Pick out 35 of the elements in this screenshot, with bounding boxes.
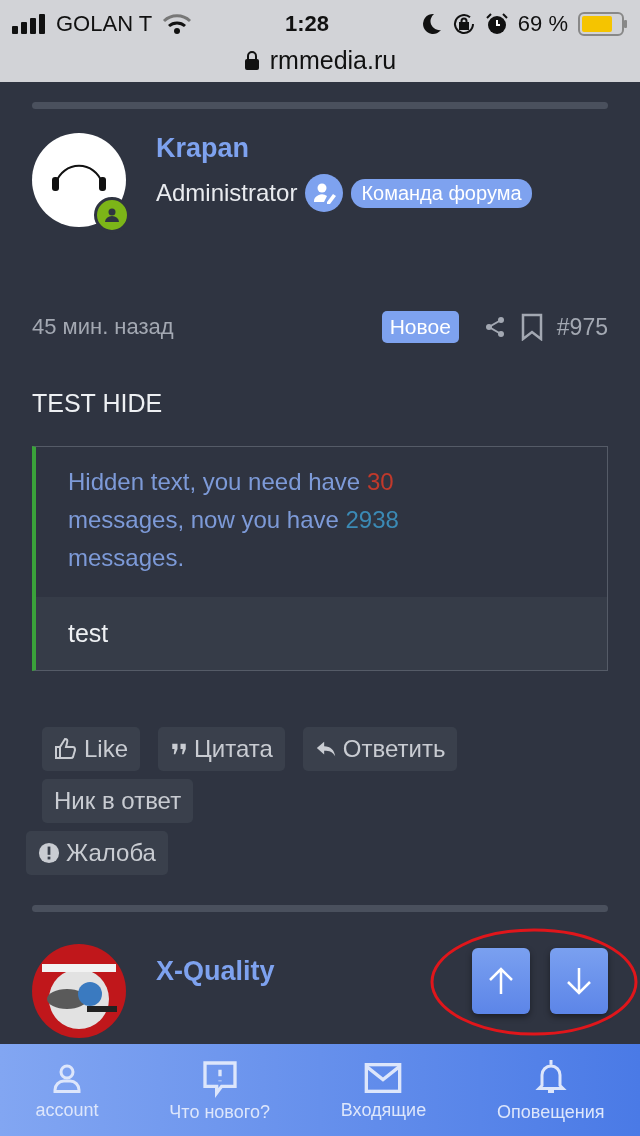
carrier-name: GOLAN T [56,11,153,37]
post-time[interactable]: 45 мин. назад [32,314,368,340]
clock-time: 1:28 [285,11,330,37]
moon-icon [421,13,442,35]
lock-icon [243,50,260,70]
thumbs-up-icon [54,737,78,761]
battery-icon [578,12,628,36]
post-title: TEST HIDE [32,389,164,418]
nick-button[interactable]: Ник в ответ [42,779,194,823]
bookmark-icon[interactable] [520,313,543,341]
hidden-notice: Hidden text, you need have 30 messages, now you have 2938 messages. [67,467,400,573]
user-title: Administrator [156,179,298,207]
new-badge: Новое [381,311,459,343]
hidden-content: test [36,597,607,670]
quote-button[interactable]: Цитата [158,727,285,771]
arrow-up-icon [488,967,514,995]
alarm-clock-icon [485,13,508,35]
signal-icon [12,14,46,34]
post-number[interactable]: #975 [556,313,608,341]
username[interactable]: Krapan [156,133,532,164]
username[interactable]: X-Quality [156,955,275,987]
nav-tab[interactable]: Оповещения [491,1056,611,1124]
url-text[interactable]: rmmedia.ru [269,45,397,75]
reply-button[interactable]: Ответить [302,727,458,771]
arrow-down-icon [566,967,592,995]
user-edit-icon [305,174,344,212]
alert-icon [38,842,60,864]
report-button[interactable]: Жалоба [26,831,168,875]
scroll-up-button[interactable] [472,948,530,1014]
staff-badge: Команда форума [351,178,532,208]
battery-percent: 69 % [517,11,568,37]
scroll-down-button[interactable] [550,948,608,1014]
rotation-lock-icon [451,12,476,36]
like-button[interactable]: Like [42,727,141,771]
wifi-icon [162,13,193,35]
